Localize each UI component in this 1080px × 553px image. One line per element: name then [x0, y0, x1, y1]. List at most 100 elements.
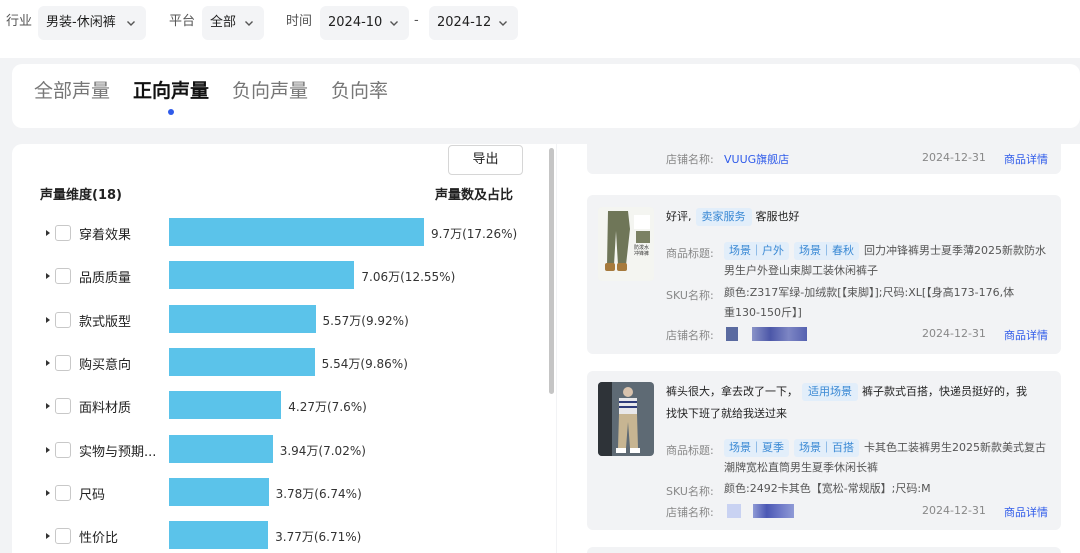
expand-caret-icon[interactable] [45, 229, 51, 237]
dimension-row[interactable]: 实物与预期... 3.94万(7.02%) [12, 433, 547, 473]
volume-dimension-panel: 导出 声量维度(18) 声量数及占比 穿着效果 9.7万(17.26%) 品质质量 7… [12, 144, 547, 553]
review-date: 2024-12-31 [922, 151, 986, 164]
active-tab-indicator [168, 109, 174, 115]
row-checkbox[interactable] [55, 398, 71, 415]
scene-tag[interactable]: 场景｜春秋 [794, 242, 859, 260]
tabs-card: 全部声量 正向声量 负向声量 负向率 [12, 64, 1080, 128]
industry-select[interactable]: 男装-休闲裤 [38, 6, 146, 40]
tab-positive-volume[interactable]: 正向声量 [133, 78, 209, 104]
thumb-caption: 防泼水 冲锋裤 [634, 245, 650, 257]
review-card: 裤头很大，拿去改了一下， 适用场景 裤子款式百搭，快递员挺好的，我 找快下班了就给我… [587, 371, 1061, 530]
person-image-icon [598, 382, 654, 456]
volume-bar [169, 218, 424, 246]
expand-caret-icon[interactable] [45, 359, 51, 367]
store-name-link[interactable]: VUUG旗舰店 [724, 151, 789, 167]
chevron-down-icon [499, 21, 507, 26]
product-detail-link[interactable]: 商品详情 [1004, 327, 1048, 343]
dimension-label: 购买意向 [79, 357, 132, 373]
row-checkbox[interactable] [55, 528, 71, 545]
review-aspect-tag[interactable]: 卖家服务 [695, 208, 752, 226]
value-header: 声量数及占比 [435, 188, 514, 203]
dimension-row[interactable]: 购买意向 5.54万(9.86%) [12, 346, 547, 386]
review-text-line2: 找快下班了就给我送过来 [666, 407, 787, 420]
store-name-redacted [727, 504, 741, 518]
product-title-line1: 卡其色工装裤男生2025新款美式复古 [864, 441, 1046, 454]
review-text-pre: 好评, [666, 210, 692, 223]
product-title-label: 商品标题: [666, 247, 714, 260]
platform-select-value: 全部 [210, 15, 237, 30]
tab-negative-volume[interactable]: 负向声量 [232, 78, 308, 104]
row-checkbox[interactable] [55, 311, 71, 328]
product-detail-link[interactable]: 商品详情 [1004, 504, 1048, 520]
scene-tag[interactable]: 场景｜户外 [724, 242, 789, 260]
chevron-down-icon [390, 21, 398, 26]
expand-caret-icon[interactable] [45, 532, 51, 540]
expand-caret-icon[interactable] [45, 489, 51, 497]
chevron-down-icon [245, 21, 253, 26]
dimension-row[interactable]: 品质质量 7.06万(12.55%) [12, 259, 547, 299]
volume-bar [169, 434, 273, 463]
review-text: 好评, 卖家服务 客服也好 [666, 207, 800, 227]
row-checkbox[interactable] [55, 268, 71, 285]
dimension-label: 款式版型 [79, 314, 132, 330]
row-checkbox[interactable] [55, 484, 71, 501]
review-aspect-tag[interactable]: 适用场景 [802, 383, 858, 401]
tab-negative-rate[interactable]: 负向率 [331, 78, 388, 104]
review-card-partial: 店铺名称: VUUG旗舰店 2024-12-31 商品详情 [587, 144, 1061, 174]
volume-value: 5.54万(9.86%) [321, 356, 408, 371]
dimension-label: 实物与预期... [79, 444, 157, 460]
product-detail-link[interactable]: 商品详情 [1004, 151, 1048, 167]
dimension-row[interactable]: 尺码 3.78万(6.74%) [12, 476, 547, 516]
volume-value: 5.57万(9.92%) [322, 313, 409, 328]
industry-label: 行业 [6, 14, 33, 29]
review-date: 2024-12-31 [922, 327, 986, 340]
volume-bar [169, 391, 282, 420]
scrollbar-thumb[interactable] [549, 148, 554, 394]
platform-label: 平台 [169, 14, 196, 29]
expand-caret-icon[interactable] [45, 402, 51, 410]
platform-select[interactable]: 全部 [202, 6, 264, 40]
dimension-row[interactable]: 性价比 3.77万(6.71%) [12, 519, 547, 553]
review-card: 防泼水 冲锋裤 好评, 卖家服务 客服也好 商品标题: 场景｜户外 场景｜春秋 回力冲锋… [587, 195, 1061, 354]
dimension-row[interactable]: 穿着效果 9.7万(17.26%) [12, 216, 547, 256]
review-panel: 店铺名称: VUUG旗舰店 2024-12-31 商品详情 防泼水 冲锋裤 好评… [557, 144, 1080, 553]
volume-bar [169, 477, 269, 506]
volume-value: 3.94万(7.02%) [279, 443, 366, 458]
sku-label: SKU名称: [666, 289, 714, 302]
row-checkbox[interactable] [55, 225, 71, 241]
product-thumbnail[interactable] [598, 382, 654, 456]
review-text-post: 裤子款式百搭，快递员挺好的，我 [862, 385, 1027, 398]
export-button[interactable]: 导出 [448, 145, 523, 175]
time-start-select[interactable]: 2024-10 [320, 6, 409, 40]
dimension-label: 尺码 [79, 487, 106, 503]
store-label: 店铺名称: [666, 329, 714, 342]
time-end-value: 2024-12 [437, 15, 492, 30]
scene-tag[interactable]: 场景｜夏季 [724, 439, 789, 457]
product-title: 场景｜夏季 场景｜百搭 卡其色工装裤男生2025新款美式复古 [724, 438, 1046, 458]
product-title: 场景｜户外 场景｜春秋 回力冲锋裤男士夏季薄2025新款防水 [724, 241, 1046, 261]
dimension-row[interactable]: 款式版型 5.57万(9.92%) [12, 303, 547, 343]
time-separator: - [414, 13, 419, 28]
store-label: 店铺名称: [666, 506, 714, 519]
volume-value: 3.77万(6.71%) [275, 530, 362, 545]
row-checkbox[interactable] [55, 354, 71, 371]
volume-value: 7.06万(12.55%) [361, 270, 456, 285]
volume-bar [169, 347, 315, 376]
review-text-pre: 裤头很大，拿去改了一下， [666, 385, 798, 398]
pants-image-icon [598, 207, 654, 281]
dimension-row[interactable]: 面料材质 4.27万(7.6%) [12, 389, 547, 429]
review-date: 2024-12-31 [922, 504, 986, 517]
time-end-select[interactable]: 2024-12 [429, 6, 518, 40]
product-title-label: 商品标题: [666, 444, 714, 457]
volume-bar [169, 521, 269, 550]
volume-value: 9.7万(17.26%) [431, 227, 518, 241]
review-text-post: 客服也好 [755, 210, 800, 223]
expand-caret-icon[interactable] [45, 272, 51, 280]
product-thumbnail[interactable]: 防泼水 冲锋裤 [598, 207, 654, 281]
scene-tag[interactable]: 场景｜百搭 [794, 439, 859, 457]
expand-caret-icon[interactable] [45, 316, 51, 324]
dimension-header: 声量维度(18) [40, 188, 122, 203]
expand-caret-icon[interactable] [45, 446, 51, 454]
row-checkbox[interactable] [55, 441, 71, 458]
tab-all-volume[interactable]: 全部声量 [34, 78, 110, 104]
